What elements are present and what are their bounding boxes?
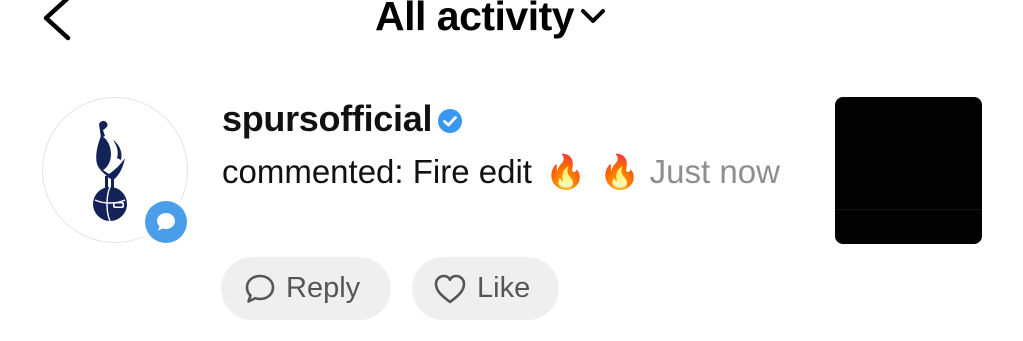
comment-bubble-icon: [157, 213, 175, 231]
activity-screen: All activity spursofficial commented: Fi…: [0, 0, 1023, 341]
cockerel-crest-icon: [93, 120, 127, 222]
username: spursofficial: [222, 98, 433, 139]
timestamp: Just now: [649, 153, 780, 190]
heart-outline-icon: [434, 274, 466, 303]
activity-filter-dropdown[interactable]: All activity: [375, 0, 608, 44]
like-button[interactable]: Like: [412, 257, 559, 320]
like-label: Like: [477, 272, 531, 304]
username-link[interactable]: spursofficial: [222, 98, 463, 140]
back-button[interactable]: [40, 0, 80, 42]
chevron-down-icon: [581, 9, 606, 23]
fire-emoji: 🔥: [545, 153, 587, 190]
fire-emoji: 🔥: [599, 153, 641, 190]
comment-body: commented: Fire edit: [222, 153, 532, 190]
page-title: All activity: [375, 0, 575, 39]
reply-label: Reply: [286, 272, 361, 304]
comment-text: commented: Fire edit 🔥 🔥 Just now: [222, 150, 812, 194]
comment-badge: [140, 196, 192, 248]
speech-bubble-icon: [245, 274, 275, 303]
post-thumbnail[interactable]: [835, 97, 982, 244]
chevron-left-icon: [43, 0, 71, 41]
reply-button[interactable]: Reply: [221, 257, 391, 320]
verified-badge-icon: [438, 109, 463, 133]
